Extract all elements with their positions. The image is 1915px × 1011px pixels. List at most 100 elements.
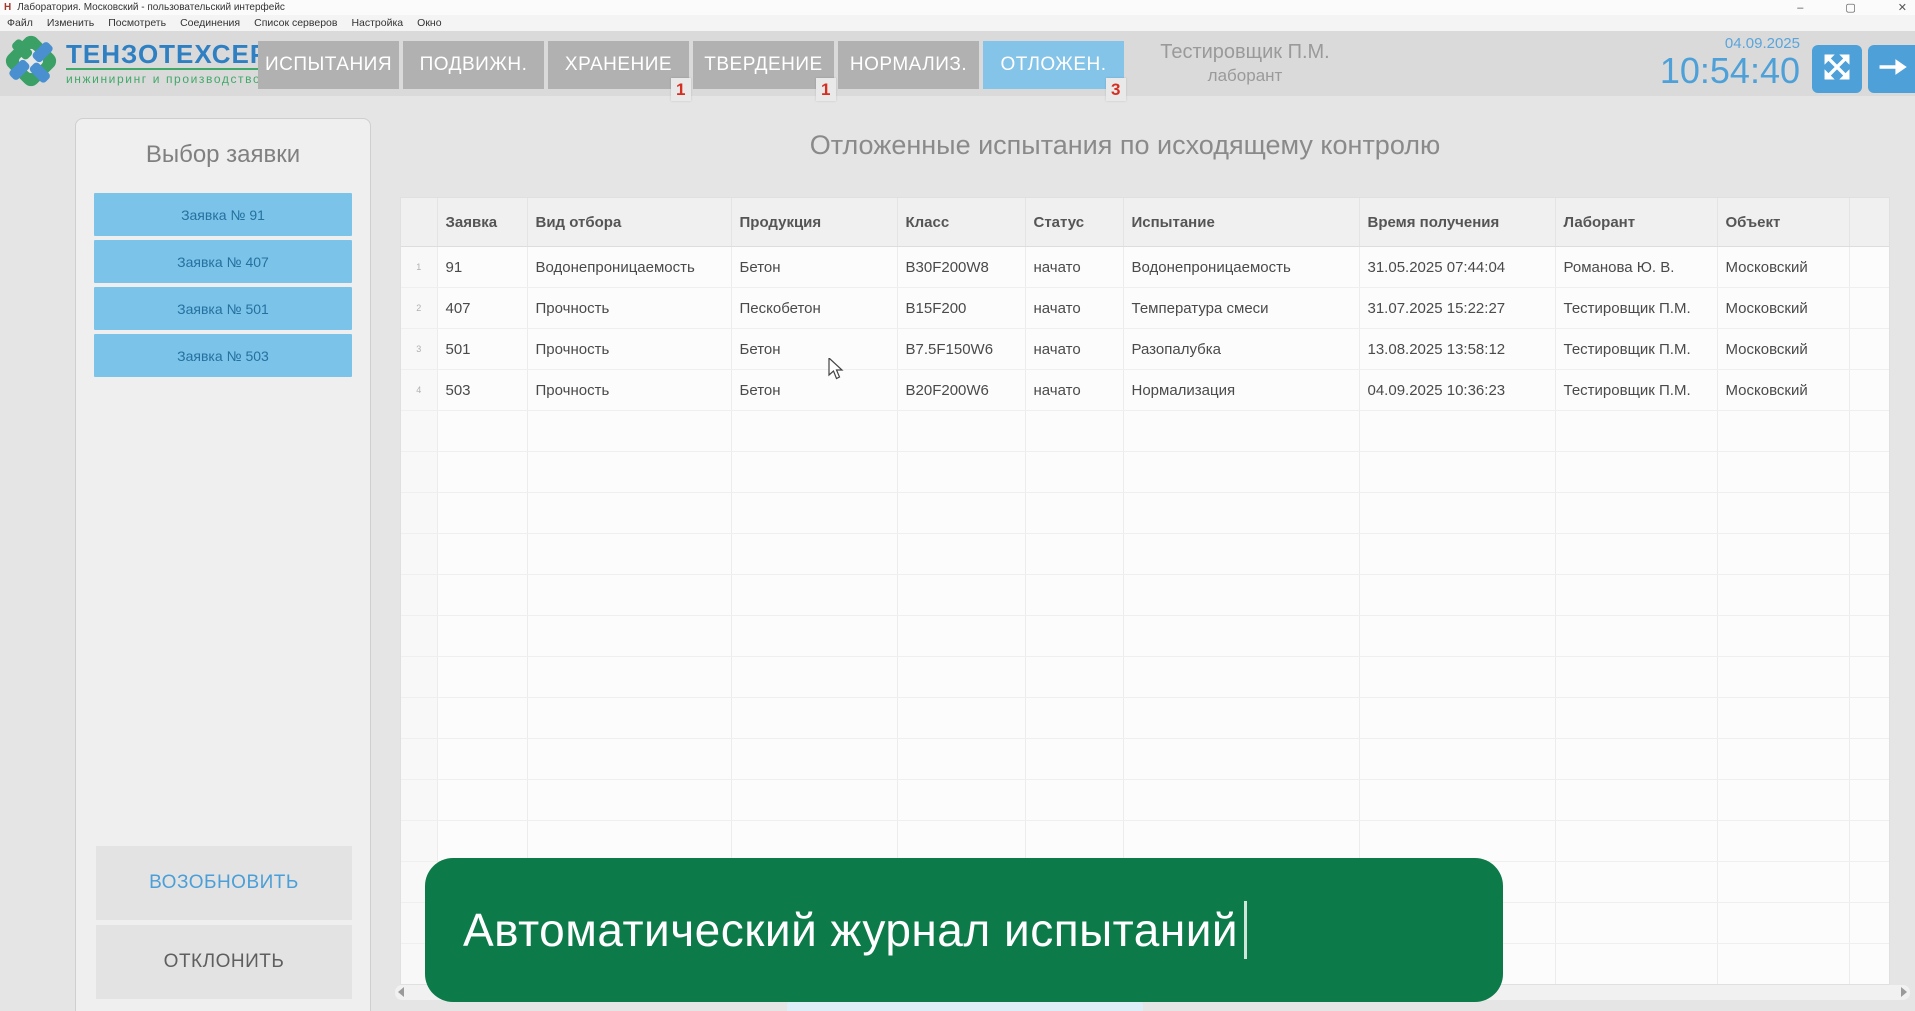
column-header[interactable]: Лаборант (1555, 198, 1717, 247)
empty-cell (1555, 616, 1717, 657)
title-bar: Н Лаборатория. Московский - пользователь… (0, 0, 1915, 15)
menu-item-edit[interactable]: Изменить (40, 17, 101, 29)
empty-row (401, 493, 1890, 534)
empty-cell (1555, 944, 1717, 985)
empty-cell (1359, 452, 1555, 493)
empty-cell (1555, 739, 1717, 780)
empty-cell (1717, 616, 1849, 657)
menu-item-settings[interactable]: Настройка (344, 17, 410, 29)
maximize-button[interactable]: ▢ (1845, 3, 1855, 13)
menu-item-connections[interactable]: Соединения (173, 17, 247, 29)
cell: Бетон (731, 247, 897, 288)
user-role: лаборант (1140, 65, 1350, 87)
menu-item-view[interactable]: Посмотреть (101, 17, 173, 29)
tab-normaliz[interactable]: НОРМАЛИЗ. (838, 41, 979, 89)
column-header[interactable]: Время получения (1359, 198, 1555, 247)
column-header[interactable]: Продукция (731, 198, 897, 247)
request-selection-panel: Выбор заявки Заявка № 91 Заявка № 407 За… (75, 118, 371, 1011)
empty-cell (1123, 616, 1359, 657)
menu-item-window[interactable]: Окно (410, 17, 448, 29)
empty-cell (731, 411, 897, 452)
cell: начато (1025, 288, 1123, 329)
empty-cell (401, 616, 437, 657)
empty-cell (1717, 657, 1849, 698)
empty-cell (1555, 493, 1717, 534)
row-number: 3 (401, 329, 437, 370)
tab-otlozhen[interactable]: ОТЛОЖЕН.3 (983, 41, 1124, 89)
cell: 31.07.2025 15:22:27 (1359, 288, 1555, 329)
column-header[interactable]: Вид отбора (527, 198, 731, 247)
empty-cell (1555, 534, 1717, 575)
cell: 13.08.2025 13:58:12 (1359, 329, 1555, 370)
resume-button[interactable]: ВОЗОБНОВИТЬ (96, 846, 352, 920)
menu-item-file[interactable]: Файл (0, 17, 40, 29)
empty-cell (401, 739, 437, 780)
panel-title: Выбор заявки (76, 141, 370, 169)
empty-cell (1123, 411, 1359, 452)
table-row[interactable]: 4503ПрочностьБетонB20F200W6начатоНормали… (401, 370, 1890, 411)
table-row[interactable]: 3501ПрочностьБетонB7.5F150W6начатоРазопа… (401, 329, 1890, 370)
tab-ispytaniya[interactable]: ИСПЫТАНИЯ (258, 41, 399, 89)
empty-cell (401, 452, 437, 493)
column-header[interactable]: Объект (1717, 198, 1849, 247)
empty-cell (1717, 903, 1849, 944)
minimize-button[interactable]: – (1797, 3, 1803, 13)
empty-row (401, 411, 1890, 452)
cell: B7.5F150W6 (897, 329, 1025, 370)
empty-cell (897, 452, 1025, 493)
column-header[interactable]: Класс (897, 198, 1025, 247)
tab-label: ХРАНЕНИЕ (565, 54, 672, 76)
cell-filler (1849, 329, 1890, 370)
request-button-503[interactable]: Заявка № 503 (94, 334, 352, 377)
header-row: ЗаявкаВид отбораПродукцияКлассСтатусИспы… (401, 198, 1890, 247)
request-button-407[interactable]: Заявка № 407 (94, 240, 352, 283)
close-button[interactable]: ✕ (1898, 3, 1907, 13)
cell: Московский (1717, 288, 1849, 329)
empty-cell (1359, 821, 1555, 862)
scroll-right-arrow[interactable] (1901, 987, 1907, 997)
scroll-left-arrow[interactable] (398, 987, 404, 997)
empty-cell (731, 452, 897, 493)
table-row[interactable]: 191ВодонепроницаемостьБетонB30F200W8нача… (401, 247, 1890, 288)
column-header-filler (1849, 198, 1890, 247)
empty-cell (1555, 575, 1717, 616)
fullscreen-button[interactable] (1812, 45, 1862, 93)
empty-cell (1123, 493, 1359, 534)
menu-item-server-list[interactable]: Список серверов (247, 17, 344, 29)
empty-cell (1849, 452, 1890, 493)
tab-khranenie[interactable]: ХРАНЕНИЕ1 (548, 41, 689, 89)
request-button-91[interactable]: Заявка № 91 (94, 193, 352, 236)
cell: Московский (1717, 329, 1849, 370)
empty-cell (437, 452, 527, 493)
request-button-501[interactable]: Заявка № 501 (94, 287, 352, 330)
cell: Тестировщик П.М. (1555, 329, 1717, 370)
empty-cell (527, 698, 731, 739)
tab-podvizhn[interactable]: ПОДВИЖН. (403, 41, 544, 89)
empty-cell (1359, 739, 1555, 780)
empty-cell (1025, 739, 1123, 780)
empty-cell (437, 698, 527, 739)
empty-cell (527, 411, 731, 452)
tab-tverdenie[interactable]: ТВЕРДЕНИЕ1 (693, 41, 834, 89)
empty-cell (1555, 821, 1717, 862)
cell: 31.05.2025 07:44:04 (1359, 247, 1555, 288)
cell: Нормализация (1123, 370, 1359, 411)
column-header[interactable]: Заявка (437, 198, 527, 247)
decline-button[interactable]: ОТКЛОНИТЬ (96, 925, 352, 999)
empty-cell (437, 575, 527, 616)
empty-cell (1123, 534, 1359, 575)
table-row[interactable]: 2407ПрочностьПескобетонB15F200начатоТемп… (401, 288, 1890, 329)
empty-cell (1123, 657, 1359, 698)
empty-cell (437, 739, 527, 780)
empty-row (401, 452, 1890, 493)
cell: начато (1025, 370, 1123, 411)
empty-cell (527, 534, 731, 575)
column-header-rownum[interactable] (401, 198, 437, 247)
exit-button[interactable] (1868, 45, 1915, 93)
tab-label: ОТЛОЖЕН. (1000, 54, 1106, 76)
empty-cell (1555, 657, 1717, 698)
column-header[interactable]: Статус (1025, 198, 1123, 247)
column-header[interactable]: Испытание (1123, 198, 1359, 247)
empty-cell (1025, 534, 1123, 575)
empty-cell (1025, 452, 1123, 493)
